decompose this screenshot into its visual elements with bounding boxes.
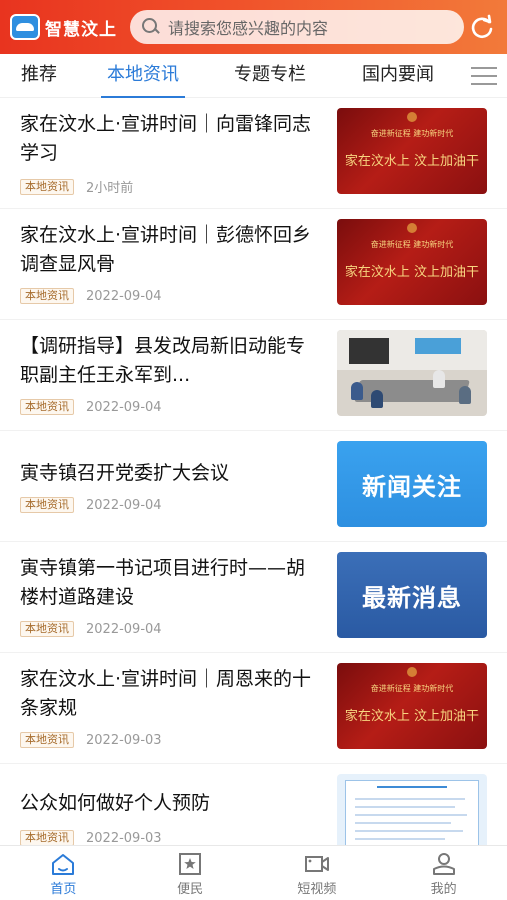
tab-national-news[interactable]: 国内要闻 [362, 54, 434, 98]
nav-profile[interactable]: 我的 [380, 846, 507, 900]
article-time: 2小时前 [86, 181, 134, 196]
category-tag: 本地资讯 [20, 732, 74, 748]
category-tag: 本地资讯 [20, 178, 74, 195]
article-time: 2022-09-04 [86, 288, 162, 304]
article-time: 2022-09-04 [86, 497, 162, 513]
article-time: 2022-09-04 [86, 621, 162, 637]
article-title: 寅寺镇第一书记项目进行时——胡楼村道路建设 [20, 557, 306, 608]
article-time: 2022-09-04 [86, 399, 162, 415]
tab-special-topics[interactable]: 专题专栏 [234, 54, 306, 98]
logo-text: 智慧汶上 [45, 19, 117, 40]
search-input[interactable]: 请搜索您感兴趣的内容 [130, 10, 464, 44]
tab-local-news[interactable]: 本地资讯 [101, 54, 185, 98]
article-title: 公众如何做好个人预防 [20, 792, 211, 814]
article-thumbnail: 最新消息 [337, 552, 487, 638]
category-tag: 本地资讯 [20, 288, 74, 304]
star-bookmark-icon [179, 853, 202, 875]
menu-icon[interactable] [471, 67, 497, 85]
search-icon [142, 18, 160, 36]
nav-profile-label: 我的 [430, 882, 457, 897]
article-title: 家在汶水上·宣讲时间｜周恩来的十条家规 [20, 668, 312, 719]
nav-short-video-label: 短视频 [297, 882, 337, 897]
logo-icon [10, 14, 40, 40]
list-item[interactable]: 家在汶水上·宣讲时间｜向雷锋同志学习 本地资讯 2小时前 奋进新征程 建功新时代… [0, 98, 507, 209]
article-time: 2022-09-03 [86, 830, 162, 846]
article-thumbnail [337, 774, 487, 845]
article-thumbnail: 奋进新征程 建功新时代 家在汶水上 汶上加油干 [337, 108, 487, 194]
list-item[interactable]: 寅寺镇第一书记项目进行时——胡楼村道路建设 本地资讯 2022-09-04 最新… [0, 542, 507, 653]
nav-services[interactable]: 便民 [127, 846, 254, 900]
search-placeholder: 请搜索您感兴趣的内容 [168, 19, 329, 38]
article-title: 家在汶水上·宣讲时间｜向雷锋同志学习 [20, 113, 312, 164]
list-item[interactable]: 【调研指导】县发改局新旧动能专职副主任王永军到... 本地资讯 2022-09-… [0, 320, 507, 431]
list-item[interactable]: 寅寺镇召开党委扩大会议 本地资讯 2022-09-04 新闻关注 [0, 431, 507, 542]
bottom-navigation: 首页 便民 短视频 我的 [0, 845, 507, 900]
article-title: 【调研指导】县发改局新旧动能专职副主任王永军到... [20, 335, 306, 386]
article-thumbnail: 新闻关注 [337, 441, 487, 527]
top-header: 智慧汶上 请搜索您感兴趣的内容 [0, 0, 507, 54]
list-item[interactable]: 家在汶水上·宣讲时间｜彭德怀回乡调查显风骨 本地资讯 2022-09-04 奋进… [0, 209, 507, 320]
article-thumbnail: 奋进新征程 建功新时代 家在汶水上 汶上加油干 [337, 219, 487, 305]
list-item[interactable]: 公众如何做好个人预防 本地资讯 2022-09-03 [0, 764, 507, 845]
tab-recommend[interactable]: 推荐 [21, 54, 57, 98]
nav-short-video[interactable]: 短视频 [254, 846, 381, 900]
meeting-photo [337, 330, 487, 416]
nav-home[interactable]: 首页 [0, 846, 127, 900]
category-tag: 本地资讯 [20, 830, 74, 845]
refresh-icon[interactable] [467, 12, 497, 42]
user-icon [432, 853, 455, 875]
home-icon [52, 854, 75, 875]
nav-services-label: 便民 [177, 882, 204, 897]
article-list: 家在汶水上·宣讲时间｜向雷锋同志学习 本地资讯 2小时前 奋进新征程 建功新时代… [0, 98, 507, 845]
category-tag: 本地资讯 [20, 497, 74, 513]
category-tag: 本地资讯 [20, 399, 74, 415]
category-tabs: 推荐 本地资讯 专题专栏 国内要闻 [0, 54, 507, 98]
article-thumbnail: 奋进新征程 建功新时代 家在汶水上 汶上加油干 [337, 663, 487, 749]
article-time: 2022-09-03 [86, 732, 162, 748]
category-tag: 本地资讯 [20, 621, 74, 637]
article-title: 寅寺镇召开党委扩大会议 [20, 462, 230, 484]
app-logo[interactable]: 智慧汶上 [10, 9, 120, 45]
video-camera-icon [304, 856, 329, 872]
list-item[interactable]: 家在汶水上·宣讲时间｜周恩来的十条家规 本地资讯 2022-09-03 奋进新征… [0, 653, 507, 764]
article-title: 家在汶水上·宣讲时间｜彭德怀回乡调查显风骨 [20, 224, 312, 275]
nav-home-label: 首页 [50, 882, 77, 897]
